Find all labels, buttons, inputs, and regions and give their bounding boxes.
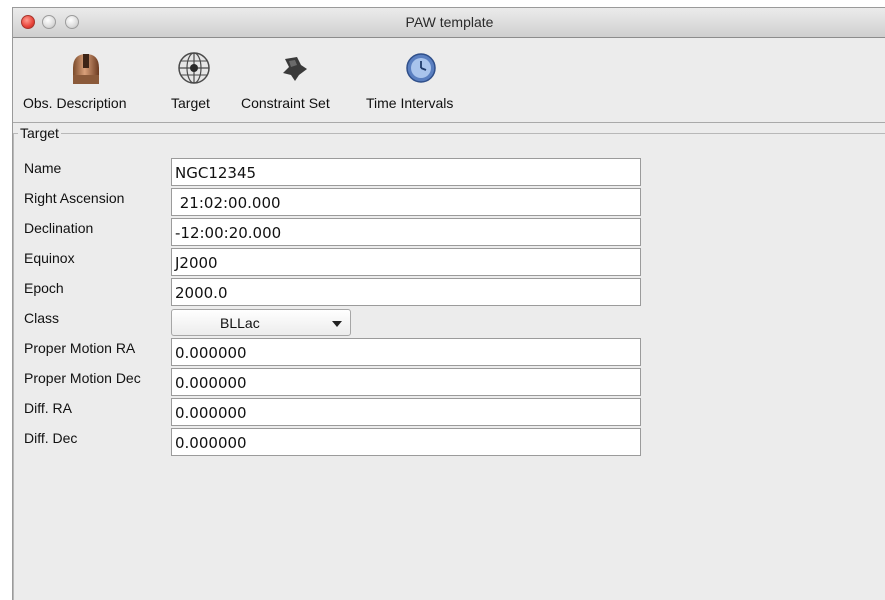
globe-target-icon (178, 52, 210, 84)
clock-icon (406, 53, 436, 83)
name-row: Name NGC12345 (14, 158, 885, 188)
class-label: Class (24, 310, 60, 326)
target-panel-title: Target (18, 125, 61, 141)
diff-ra-label: Diff. RA (24, 400, 72, 416)
target-label: Target (171, 95, 210, 111)
proper-motion-ra-field[interactable]: 0.000000 (171, 338, 641, 366)
time-intervals-label: Time Intervals (366, 95, 454, 111)
epoch-field[interactable]: 2000.0 (171, 278, 641, 306)
diff-dec-row: Diff. Dec 0.000000 (14, 428, 885, 458)
proper-motion-dec-label: Proper Motion Dec (24, 370, 141, 386)
right-ascension-label: Right Ascension (24, 190, 125, 206)
declination-field[interactable]: -12:00:20.000 (171, 218, 641, 246)
right-ascension-row: Right Ascension 21:02:00.000 (14, 188, 885, 218)
title-bar[interactable]: PAW template (13, 8, 885, 38)
epoch-label: Epoch (24, 280, 64, 296)
equinox-row: Equinox J2000 (14, 248, 885, 278)
pushpin-icon (283, 57, 307, 81)
target-button[interactable]: Target (171, 39, 231, 121)
diff-dec-label: Diff. Dec (24, 430, 78, 446)
name-field[interactable]: NGC12345 (171, 158, 641, 186)
class-row: Class BLLac (14, 308, 885, 338)
proper-motion-ra-label: Proper Motion RA (24, 340, 136, 356)
equinox-field[interactable]: J2000 (171, 248, 641, 276)
toolbar-divider (13, 122, 885, 123)
proper-motion-dec-field[interactable]: 0.000000 (171, 368, 641, 396)
observatory-dome-icon (73, 54, 99, 84)
declination-row: Declination -12:00:20.000 (14, 218, 885, 248)
time-intervals-button[interactable]: Time Intervals (366, 39, 478, 121)
constraint-set-label: Constraint Set (241, 95, 330, 111)
proper-motion-dec-row: Proper Motion Dec 0.000000 (14, 368, 885, 398)
diff-ra-field[interactable]: 0.000000 (171, 398, 641, 426)
obs-description-label: Obs. Description (23, 95, 127, 111)
toolbar: Obs. Description Target Constraint Set T… (13, 39, 885, 121)
name-label: Name (24, 160, 62, 176)
class-select[interactable]: BLLac (171, 309, 351, 336)
diff-dec-field[interactable]: 0.000000 (171, 428, 641, 456)
target-panel: Target Name NGC12345 Right Ascension 21:… (13, 125, 885, 600)
epoch-row: Epoch 2000.0 (14, 278, 885, 308)
diff-ra-row: Diff. RA 0.000000 (14, 398, 885, 428)
chevron-down-icon (332, 321, 342, 327)
class-selected-value: BLLac (220, 315, 260, 331)
app-window: PAW template Obs. Description Target Con… (12, 7, 885, 600)
right-ascension-field[interactable]: 21:02:00.000 (171, 188, 641, 216)
window-title: PAW template (405, 14, 494, 30)
constraint-set-button[interactable]: Constraint Set (241, 39, 353, 121)
declination-label: Declination (24, 220, 94, 236)
proper-motion-ra-row: Proper Motion RA 0.000000 (14, 338, 885, 368)
equinox-label: Equinox (24, 250, 75, 266)
obs-description-button[interactable]: Obs. Description (23, 39, 153, 121)
